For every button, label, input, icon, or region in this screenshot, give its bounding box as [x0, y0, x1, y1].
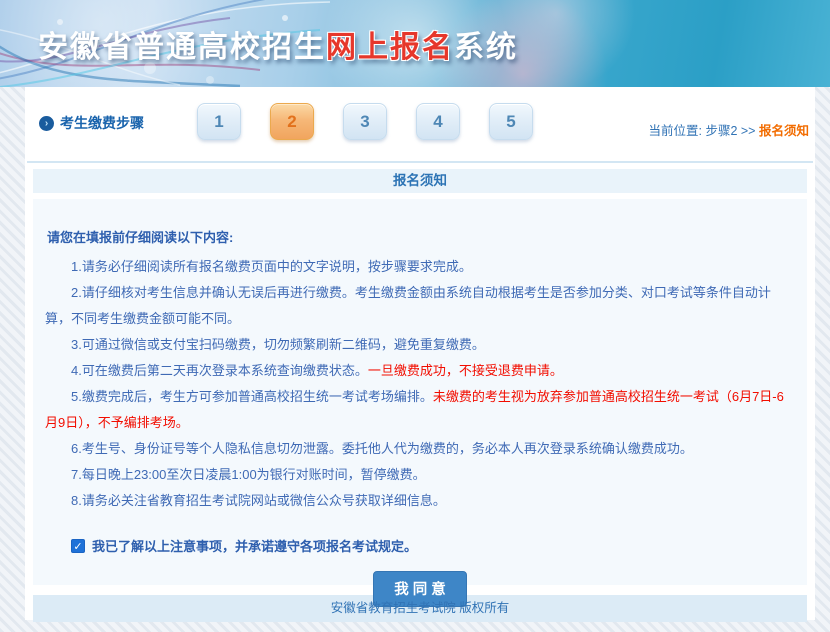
footer-copyright: 安徽省教育招生考试院 版权所有: [33, 595, 807, 622]
notice-item-4: 4.可在缴费后第二天再次登录本系统查询缴费状态。一旦缴费成功，不接受退费申请。: [45, 358, 795, 384]
notice-item-6-text: 6.考生号、身份证号等个人隐私信息切勿泄露。委托他人代为缴费的，务必本人再次登录…: [71, 441, 693, 456]
section-divider: [27, 161, 813, 163]
step-4[interactable]: 4: [416, 103, 460, 140]
notice-item-8-text: 8.请务必关注省教育招生考试院网站或微信公众号获取详细信息。: [71, 493, 446, 508]
steps-row: › 考生缴费步骤 1 2 3 4 5 当前位置: 步骤2 >> 报名须知: [25, 87, 815, 161]
notice-item-2-text: 2.请仔细核对考生信息并确认无误后再进行缴费。考生缴费金额由系统自动根据考生是否…: [45, 285, 771, 326]
page-content: › 考生缴费步骤 1 2 3 4 5 当前位置: 步骤2 >> 报名须知 报名须…: [25, 87, 815, 620]
step-1[interactable]: 1: [197, 103, 241, 140]
agreement-checkbox[interactable]: ✓: [71, 539, 85, 553]
notice-item-1-text: 1.请务必仔细阅读所有报名缴费页面中的文字说明，按步骤要求完成。: [71, 259, 472, 274]
agreement-row: ✓ 我已了解以上注意事项，并承诺遵守各项报名考试规定。: [71, 536, 795, 555]
notice-item-7: 7.每日晚上23:00至次日凌晨1:00为银行对账时间，暂停缴费。: [45, 462, 795, 488]
notice-item-7-text: 7.每日晚上23:00至次日凌晨1:00为银行对账时间，暂停缴费。: [71, 467, 426, 482]
steps-section-label-text: 考生缴费步骤: [60, 113, 144, 133]
notice-intro: 请您在填报前仔细阅读以下内容:: [47, 227, 795, 246]
app-title-part1: 安徽省普通高校招生: [38, 31, 326, 64]
notice-title: 报名须知: [33, 169, 807, 193]
arrow-circle-icon: ›: [39, 116, 54, 131]
step-3[interactable]: 3: [343, 103, 387, 140]
notice-body: 请您在填报前仔细阅读以下内容: 1.请务必仔细阅读所有报名缴费页面中的文字说明，…: [33, 199, 807, 585]
breadcrumb-prefix: 当前位置: 步骤2 >>: [649, 124, 756, 138]
notice-item-2: 2.请仔细核对考生信息并确认无误后再进行缴费。考生缴费金额由系统自动根据考生是否…: [45, 280, 795, 332]
app-title-highlight: 网上报名: [326, 31, 454, 64]
step-2-active[interactable]: 2: [270, 103, 314, 140]
agreement-label: 我已了解以上注意事项，并承诺遵守各项报名考试规定。: [92, 536, 417, 555]
notice-item-6: 6.考生号、身份证号等个人隐私信息切勿泄露。委托他人代为缴费的，务必本人再次登录…: [45, 436, 795, 462]
breadcrumb: 当前位置: 步骤2 >> 报名须知: [649, 120, 809, 139]
app-title: 安徽省普通高校招生网上报名系统: [38, 22, 518, 66]
notice-item-1: 1.请务必仔细阅读所有报名缴费页面中的文字说明，按步骤要求完成。: [45, 254, 795, 280]
notice-item-4-text: 4.可在缴费后第二天再次登录本系统查询缴费状态。: [71, 363, 368, 378]
breadcrumb-current: 报名须知: [759, 124, 809, 138]
steps-section-label: › 考生缴费步骤: [39, 113, 144, 133]
header-banner: 安徽省普通高校招生网上报名系统: [0, 0, 830, 87]
notice-item-5: 5.缴费完成后，考生方可参加普通高校招生统一考试考场编排。未缴费的考生视为放弃参…: [45, 384, 795, 436]
notice-item-4-red: 一旦缴费成功，不接受退费申请。: [368, 363, 563, 378]
notice-item-5-text: 5.缴费完成后，考生方可参加普通高校招生统一考试考场编排。: [71, 389, 433, 404]
notice-item-3-text: 3.可通过微信或支付宝扫码缴费，切勿频繁刷新二维码，避免重复缴费。: [71, 337, 485, 352]
step-indicator: 1 2 3 4 5: [197, 103, 533, 140]
notice-item-8: 8.请务必关注省教育招生考试院网站或微信公众号获取详细信息。: [45, 488, 795, 514]
notice-item-3: 3.可通过微信或支付宝扫码缴费，切勿频繁刷新二维码，避免重复缴费。: [45, 332, 795, 358]
app-title-part2: 系统: [454, 31, 518, 64]
step-5[interactable]: 5: [489, 103, 533, 140]
